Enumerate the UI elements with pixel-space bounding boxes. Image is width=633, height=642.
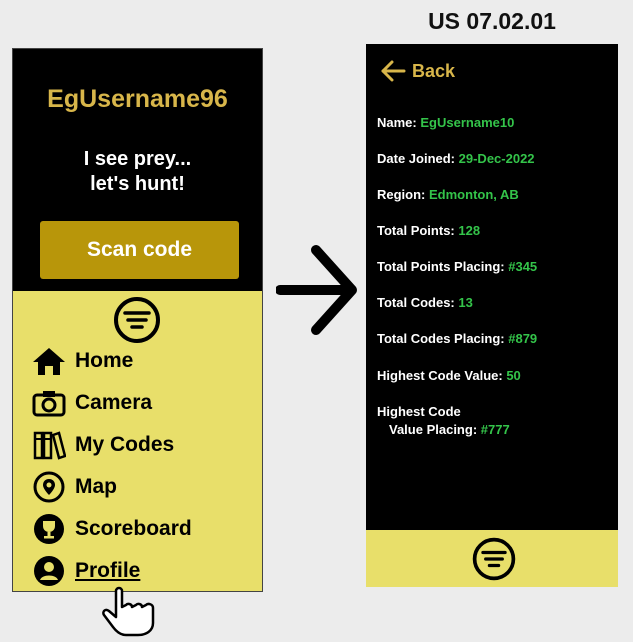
field-label-line-2-row: Value Placing: #777	[377, 421, 510, 439]
books-icon	[31, 429, 67, 461]
trophy-icon	[31, 513, 67, 545]
nav-item-camera[interactable]: Camera	[31, 387, 152, 419]
field-value: #879	[508, 331, 538, 346]
field-total-points: Total Points: 128	[377, 222, 480, 240]
nav-item-profile[interactable]: Profile	[31, 555, 140, 587]
nav-label: My Codes	[75, 433, 175, 456]
field-label: Total Codes:	[377, 295, 455, 310]
nav-label: Map	[75, 475, 117, 498]
field-value: 29-Dec-2022	[458, 151, 535, 166]
camera-icon	[31, 387, 67, 419]
field-label: Total Codes Placing:	[377, 331, 505, 346]
nav-label: Profile	[75, 559, 141, 582]
field-value: #345	[508, 259, 538, 274]
field-label-line-1: Highest Code	[377, 404, 461, 419]
nav-item-scoreboard[interactable]: Scoreboard	[31, 513, 192, 545]
nav-label: Camera	[75, 391, 153, 414]
menu-lines-icon[interactable]	[470, 535, 518, 587]
field-value: Edmonton, AB	[429, 187, 519, 202]
field-value: 128	[458, 223, 481, 238]
back-button[interactable]: Back	[380, 60, 455, 82]
field-total-points-placing: Total Points Placing: #345	[377, 258, 537, 276]
menu-lines-icon[interactable]	[111, 294, 163, 351]
hand-pointer-icon	[96, 585, 168, 642]
field-label: Highest Code Value:	[377, 368, 503, 383]
field-label: Total Points Placing:	[377, 259, 505, 274]
story-id-label: US 07.02.01	[428, 8, 556, 34]
field-total-codes: Total Codes: 13	[377, 294, 473, 312]
back-label: Back	[412, 60, 456, 81]
field-value: 13	[458, 295, 473, 310]
scan-code-button[interactable]: Scan code	[40, 221, 239, 279]
field-highest-code-value: Highest Code Value: 50	[377, 367, 521, 385]
user-icon	[31, 555, 67, 587]
nav-drawer-screen: EgUsername96 I see prey... let's hunt! S…	[12, 48, 263, 592]
field-value: EgUsername10	[420, 115, 515, 130]
map-pin-icon	[31, 471, 67, 503]
slogan: I see prey... let's hunt!	[33, 147, 242, 197]
field-value: #777	[480, 422, 510, 437]
field-label-line-2: Value Placing:	[389, 422, 478, 437]
nav-label: Scoreboard	[75, 517, 192, 540]
field-label: Total Points:	[377, 223, 455, 238]
field-label: Region:	[377, 187, 426, 202]
nav-item-my-codes[interactable]: My Codes	[31, 429, 174, 461]
slogan-line-2: let's hunt!	[90, 173, 185, 195]
drawer-header: EgUsername96 I see prey... let's hunt! S…	[13, 49, 262, 291]
nav-label: Home	[75, 349, 134, 372]
field-label: Name:	[377, 115, 417, 130]
arrow-left-icon	[381, 60, 406, 82]
field-highest-code-value-placing: Highest Code Value Placing: #777	[377, 403, 510, 439]
field-label: Date Joined:	[377, 151, 456, 166]
nav-item-home[interactable]: Home	[31, 345, 133, 377]
home-icon	[31, 345, 67, 377]
field-value: 50	[506, 368, 521, 383]
field-region: Region: Edmonton, AB	[377, 186, 519, 204]
field-total-codes-placing: Total Codes Placing: #879	[377, 330, 537, 348]
flow-arrow-icon	[275, 242, 358, 343]
username-title: EgUsername96	[47, 85, 228, 113]
field-name: Name: EgUsername10	[377, 114, 514, 132]
nav-item-map[interactable]: Map	[31, 471, 117, 503]
slogan-line-1: I see prey...	[83, 148, 192, 170]
field-date-joined: Date Joined: 29-Dec-2022	[377, 150, 535, 168]
profile-screen: Back Name: EgUsername10 Date Joined: 29-…	[366, 44, 618, 587]
